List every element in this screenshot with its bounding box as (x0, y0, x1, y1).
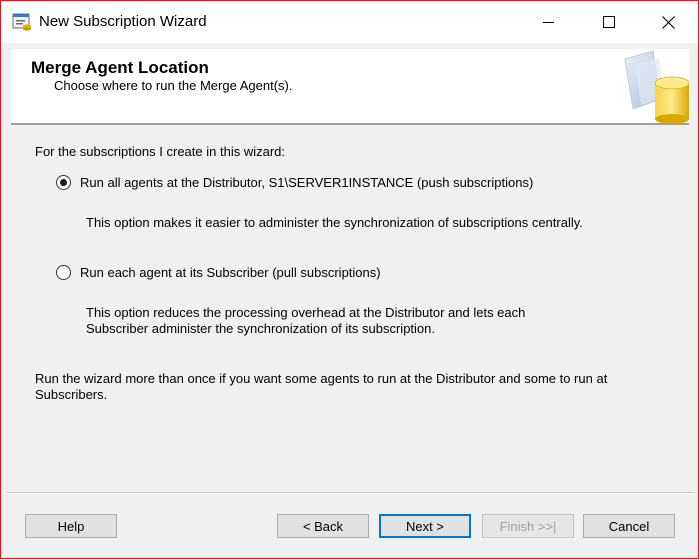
push-subscriptions-radio-option[interactable]: Run all agents at the Distributor, S1\SE… (56, 175, 533, 190)
multiple-run-note: Run the wizard more than once if you wan… (35, 371, 607, 403)
pull-description-line-1: This option reduces the processing overh… (86, 305, 526, 320)
pull-subscriptions-radio[interactable] (56, 265, 71, 280)
title-bar[interactable]: New Subscription Wizard (1, 1, 698, 43)
header-divider (11, 123, 689, 125)
pull-subscriptions-radio-option[interactable]: Run each agent at its Subscriber (pull s… (56, 265, 381, 280)
pull-subscriptions-label[interactable]: Run each agent at its Subscriber (pull s… (80, 265, 381, 280)
page-subtitle: Choose where to run the Merge Agent(s). (54, 78, 293, 93)
maximize-button[interactable] (586, 1, 632, 43)
intro-text: For the subscriptions I create in this w… (35, 144, 285, 159)
close-icon (661, 15, 675, 29)
minimize-button[interactable] (526, 1, 572, 43)
note-line-2: Subscribers. (35, 387, 108, 402)
database-wizard-graphic-icon (619, 49, 690, 124)
window-title: New Subscription Wizard (39, 13, 207, 30)
finish-button[interactable]: Finish >>| (482, 514, 574, 538)
help-button[interactable]: Help (25, 514, 117, 538)
footer-divider (7, 492, 694, 494)
pull-subscriptions-description: This option reduces the processing overh… (86, 305, 525, 337)
note-line-1: Run the wizard more than once if you wan… (35, 371, 608, 386)
push-subscriptions-description: This option makes it easier to administe… (86, 215, 583, 230)
close-button[interactable] (645, 1, 691, 43)
page-title: Merge Agent Location (31, 58, 209, 77)
wizard-window: New Subscription Wizard Merge Agent Loca… (0, 0, 699, 559)
minimize-icon (543, 22, 554, 23)
wizard-app-icon (12, 13, 32, 31)
radio-selected-dot (60, 179, 67, 186)
pull-description-line-2: Subscriber administer the synchronizatio… (86, 321, 435, 336)
cancel-button[interactable]: Cancel (583, 514, 675, 538)
next-button[interactable]: Next > (379, 514, 471, 538)
maximize-icon (603, 16, 615, 28)
back-button[interactable]: < Back (277, 514, 369, 538)
push-subscriptions-radio[interactable] (56, 175, 71, 190)
header-banner: Merge Agent Location Choose where to run… (11, 49, 690, 124)
push-subscriptions-label[interactable]: Run all agents at the Distributor, S1\SE… (80, 175, 533, 190)
